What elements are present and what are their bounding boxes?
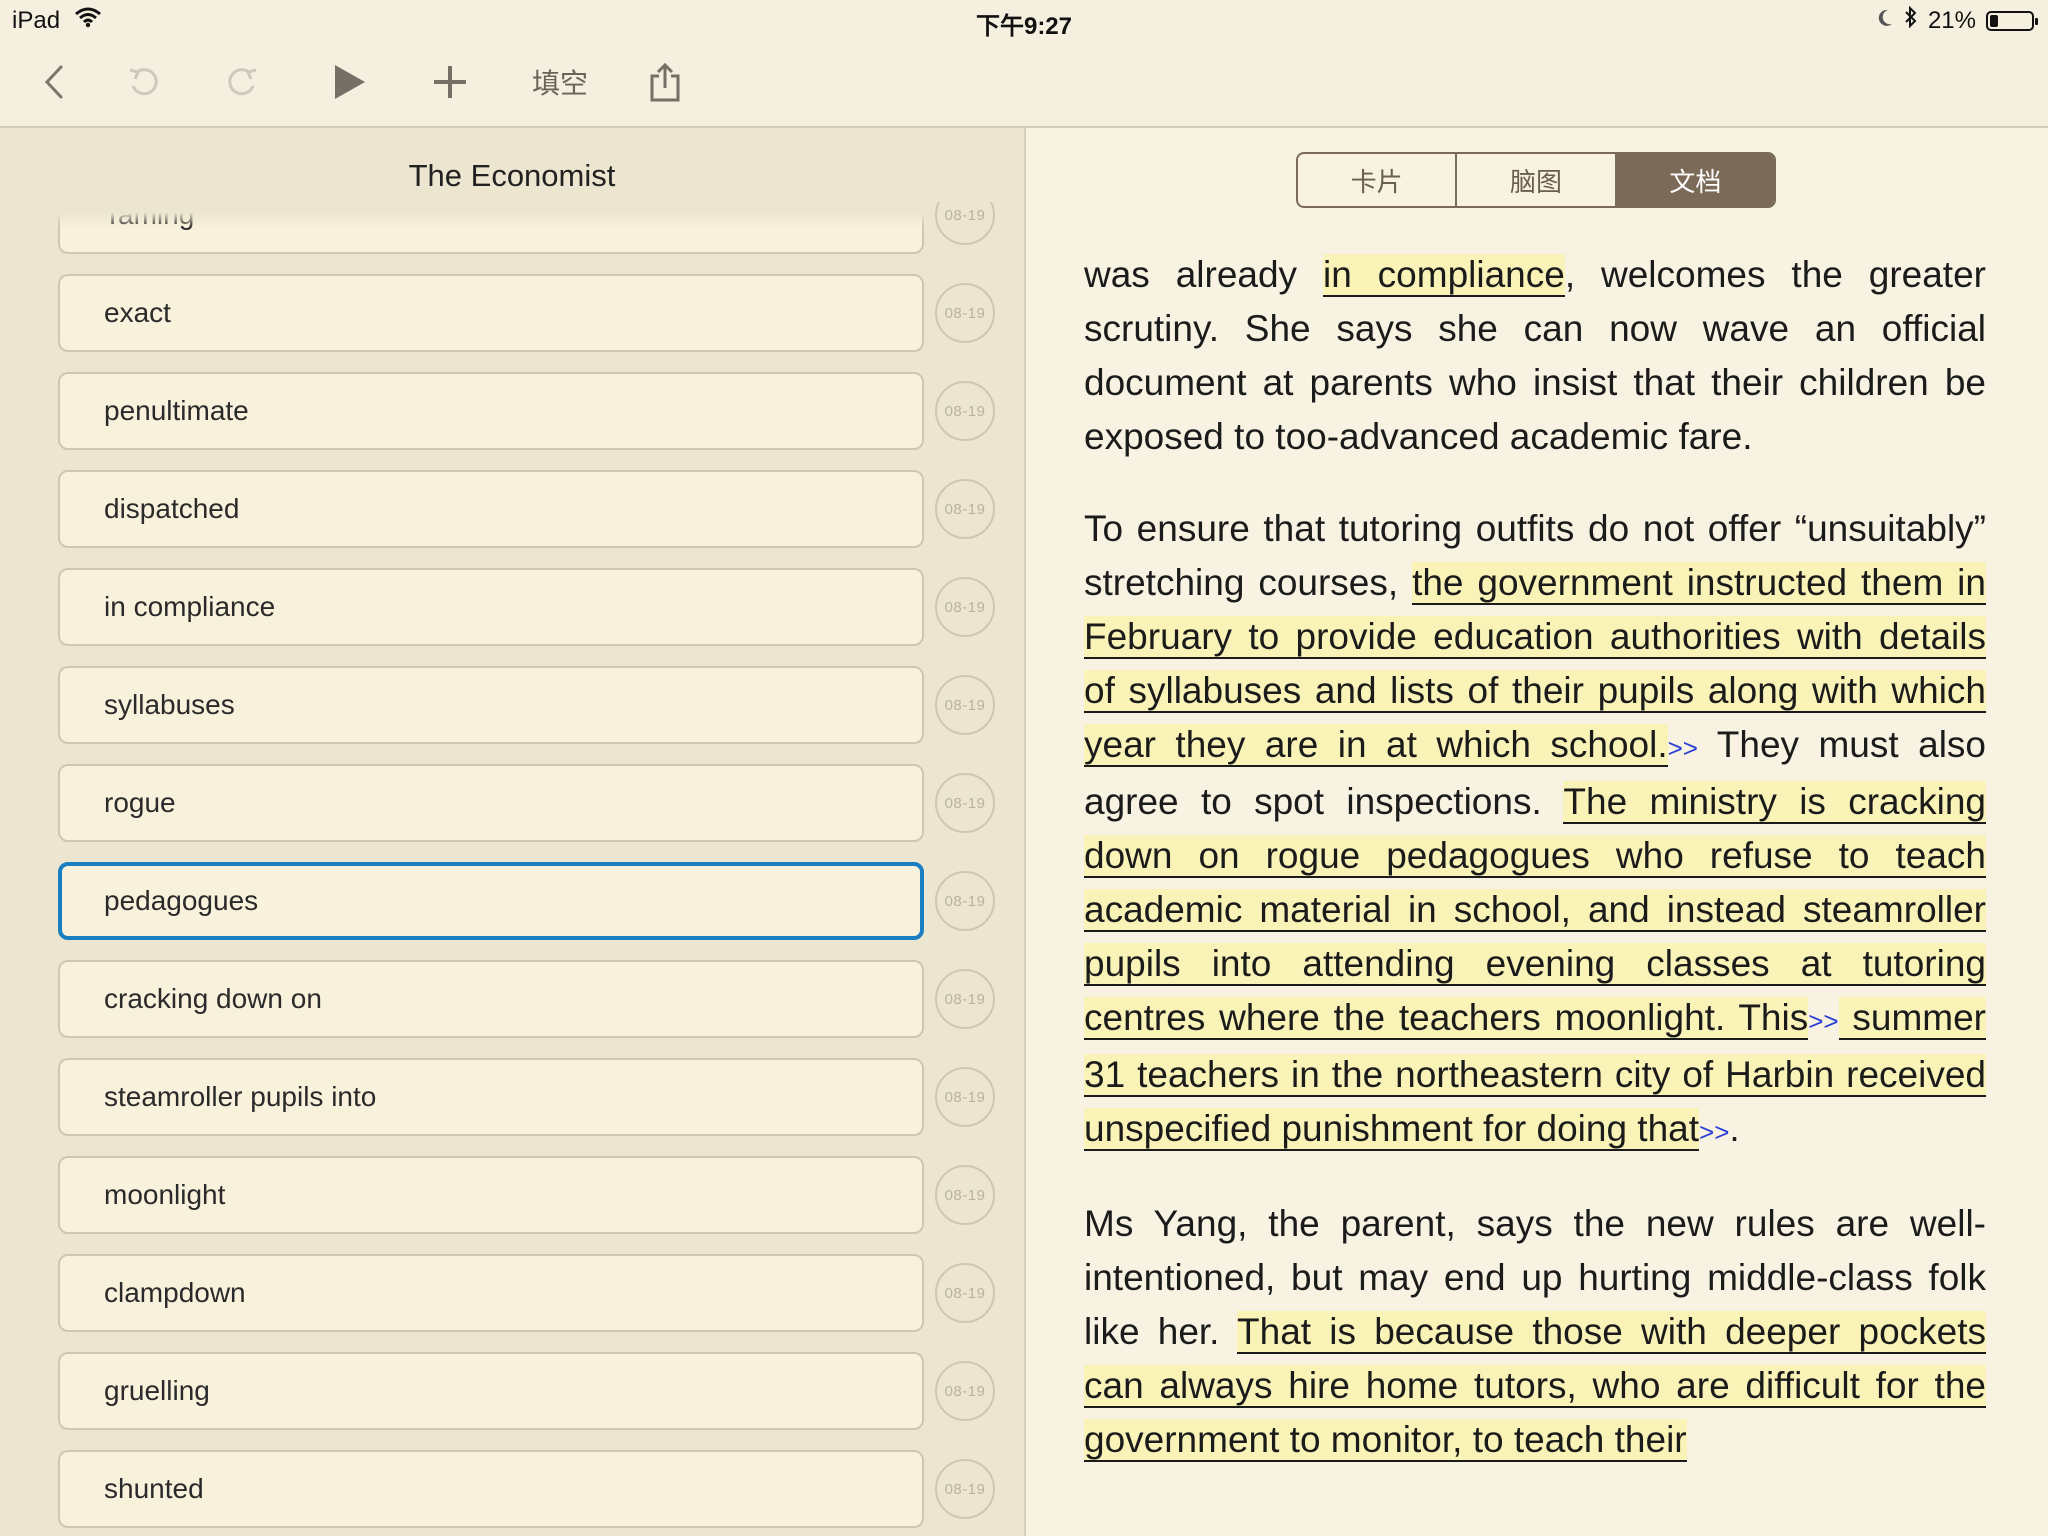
- status-time: 下午9:27: [975, 13, 1073, 40]
- undo-button[interactable]: [122, 58, 166, 106]
- word-list-item[interactable]: steamroller pupils into 08-19: [58, 1058, 995, 1136]
- review-date-badge[interactable]: 08-19: [935, 202, 995, 245]
- word-card[interactable]: syllabuses: [58, 666, 924, 744]
- word-list-item[interactable]: dispatched 08-19: [58, 470, 995, 548]
- battery-icon: [1986, 10, 2038, 31]
- note-arrow-link[interactable]: >>: [1808, 1006, 1838, 1036]
- word-card[interactable]: penultimate: [58, 372, 924, 450]
- play-icon: [335, 65, 365, 99]
- review-date-badge[interactable]: 08-19: [935, 871, 995, 931]
- word-card[interactable]: clampdown: [58, 1254, 924, 1332]
- word-list[interactable]: Taming08-19exact08-19penultimate08-19dis…: [0, 202, 1024, 1536]
- word-list-item[interactable]: rogue 08-19: [58, 764, 995, 842]
- review-date-badge[interactable]: 08-19: [935, 479, 995, 539]
- back-button[interactable]: [36, 58, 72, 106]
- text: was already: [1084, 254, 1323, 295]
- view-segmented-control: 卡片 脑图 文档: [1296, 152, 1776, 208]
- review-date-badge[interactable]: 08-19: [935, 675, 995, 735]
- tab-cards[interactable]: 卡片: [1298, 154, 1458, 206]
- review-date-badge[interactable]: 08-19: [935, 1067, 995, 1127]
- review-date-badge[interactable]: 08-19: [935, 577, 995, 637]
- toolbar: 填空: [0, 40, 2048, 128]
- word-card[interactable]: cracking down on: [58, 960, 924, 1038]
- review-date-badge[interactable]: 08-19: [935, 773, 995, 833]
- paragraph-1: was already in compliance, welcomes the …: [1084, 248, 1986, 464]
- word-list-item[interactable]: shunted 08-19: [58, 1450, 995, 1528]
- share-button[interactable]: [646, 58, 684, 106]
- word-list-item[interactable]: cracking down on 08-19: [58, 960, 995, 1038]
- add-button[interactable]: [428, 58, 472, 106]
- note-arrow-link[interactable]: >>: [1668, 733, 1698, 763]
- paragraph-3: Ms Yang, the parent, says the new rules …: [1084, 1197, 1987, 1467]
- fill-blank-button[interactable]: 填空: [528, 58, 592, 106]
- bluetooth-icon: [1904, 5, 1918, 35]
- review-date-badge[interactable]: 08-19: [935, 1459, 995, 1519]
- word-list-item[interactable]: gruelling 08-19: [58, 1352, 995, 1430]
- list-top-fade: [58, 202, 924, 228]
- word-list-item[interactable]: pedagogues 08-19: [58, 862, 995, 940]
- tab-document[interactable]: 文档: [1616, 154, 1774, 206]
- paragraph-2: To ensure that tutoring outfits do not o…: [1084, 502, 1987, 1159]
- tab-mindmap[interactable]: 脑图: [1457, 154, 1617, 206]
- text: .: [1729, 1108, 1740, 1149]
- word-card[interactable]: gruelling: [58, 1352, 924, 1430]
- review-date-badge[interactable]: 08-19: [935, 283, 995, 343]
- collection-title: The Economist: [408, 158, 616, 193]
- word-list-item[interactable]: moonlight 08-19: [58, 1156, 995, 1234]
- word-list-item[interactable]: penultimate 08-19: [58, 372, 995, 450]
- review-date-badge[interactable]: 08-19: [935, 1165, 995, 1225]
- note-arrow-link[interactable]: >>: [1699, 1117, 1729, 1147]
- highlight-in-compliance[interactable]: in compliance: [1322, 254, 1565, 297]
- word-card[interactable]: dispatched: [58, 470, 924, 548]
- word-list-item[interactable]: clampdown 08-19: [58, 1254, 995, 1332]
- review-date-badge[interactable]: 08-19: [935, 1263, 995, 1323]
- review-date-badge[interactable]: 08-19: [935, 969, 995, 1029]
- add-icon: [434, 66, 466, 98]
- word-list-pane: The Economist Taming08-19exact08-19penul…: [0, 128, 1026, 1536]
- word-card[interactable]: steamroller pupils into: [58, 1058, 924, 1136]
- undo-icon: [129, 68, 158, 96]
- word-list-item[interactable]: syllabuses 08-19: [58, 666, 995, 744]
- word-card[interactable]: rogue: [58, 764, 924, 842]
- back-chevron-icon: [44, 65, 63, 99]
- word-card[interactable]: moonlight: [58, 1156, 924, 1234]
- battery-fill: [1990, 14, 1998, 27]
- redo-button[interactable]: [220, 58, 264, 106]
- play-button[interactable]: [330, 58, 370, 106]
- status-bar: iPad 下午9:27 21%: [0, 0, 2048, 40]
- word-card[interactable]: in compliance: [58, 568, 924, 646]
- word-list-item[interactable]: exact 08-19: [58, 274, 995, 352]
- document-text: was already in compliance, welcomes the …: [1084, 248, 1987, 1505]
- share-icon: [650, 62, 680, 102]
- redo-icon: [228, 68, 257, 96]
- word-card[interactable]: exact: [58, 274, 924, 352]
- moon-icon: [1876, 7, 1894, 35]
- word-card[interactable]: shunted: [58, 1450, 924, 1528]
- word-card[interactable]: pedagogues: [58, 862, 924, 940]
- document-pane: 卡片 脑图 文档 was already in compliance, welc…: [1026, 128, 2048, 1536]
- word-list-item[interactable]: in compliance 08-19: [58, 568, 995, 646]
- battery-percent: 21%: [1927, 6, 1976, 34]
- review-date-badge[interactable]: 08-19: [935, 1361, 995, 1421]
- review-date-badge[interactable]: 08-19: [935, 381, 995, 441]
